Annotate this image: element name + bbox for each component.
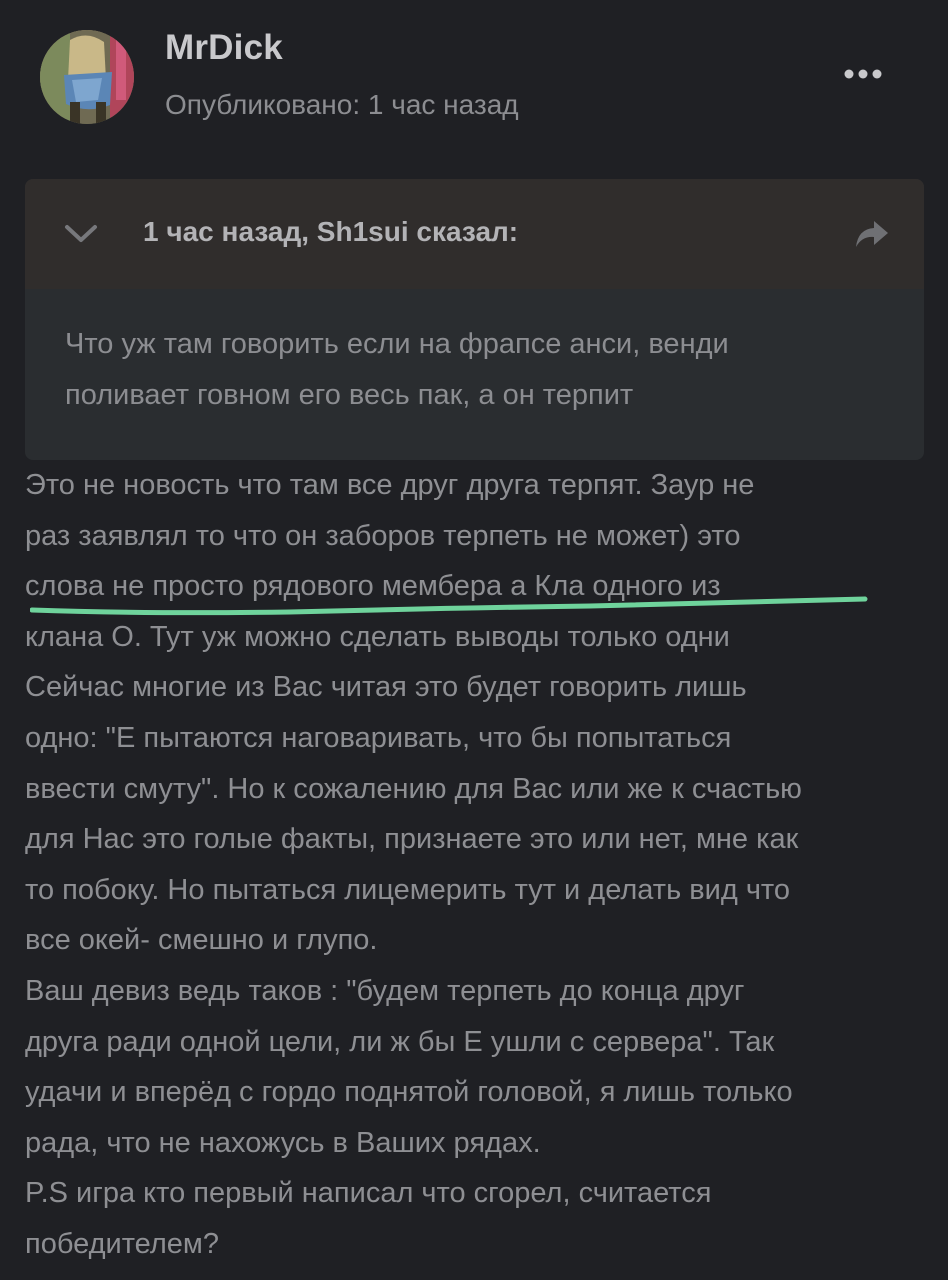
post-line: для Нас это голые факты, признаете это и… (25, 823, 799, 856)
post-line: все окей- смешно и глупо. (25, 924, 378, 957)
post-line: то побоку. Но пытаться лицемерить тут и … (25, 873, 791, 906)
post-line: одно: "Е пытаются наговаривать, что бы п… (25, 721, 732, 754)
post-line: ввести смуту". Но к сожалению для Вас ил… (25, 772, 802, 805)
quote-line: Что уж там говорить если на фрапсе анси,… (65, 328, 729, 360)
post-body: Это не новость что там все друг друга те… (25, 460, 935, 1270)
quote-header: 1 час назад, Sh1sui сказал: (25, 179, 924, 289)
post-line: слова не просто рядового мембера а Кла о… (25, 570, 721, 603)
avatar-image (40, 30, 134, 124)
post-line: клана О. Тут уж можно сделать выводы тол… (25, 620, 730, 653)
post-line: Сейчас многие из Вас читая это будет гов… (25, 671, 747, 704)
post-line: раз заявлял то что он заборов терпеть не… (25, 519, 741, 552)
quote-block: 1 час назад, Sh1sui сказал: Что уж там г… (25, 179, 924, 460)
quote-line: поливает говном его весь пак, а он терпи… (65, 379, 634, 411)
post-line: удачи и вперёд с гордо поднятой головой,… (25, 1076, 793, 1109)
forum-post: MrDick Опубликовано: 1 час назад 1 час н… (0, 0, 948, 1280)
chevron-down-icon (65, 225, 97, 242)
author-name[interactable]: MrDick (165, 28, 283, 68)
post-line: друга ради одной цели, ли ж бы Е ушли с … (25, 1025, 775, 1058)
share-arrow-icon (856, 221, 888, 247)
post-line: Ваш девиз ведь таков : "будем терпеть до… (25, 974, 745, 1007)
post-line: P.S игра кто первый написал что сгорел, … (25, 1177, 712, 1210)
post-line: Это не новость что там все друг друга те… (25, 469, 755, 501)
quote-share-button[interactable] (852, 217, 892, 251)
post-line: победителем? (25, 1227, 219, 1260)
post-line: рада, что не нахожусь в Ваших рядах. (25, 1126, 541, 1159)
quote-text: Что уж там говорить если на фрапсе анси,… (65, 319, 885, 421)
quote-toggle-button[interactable] (63, 219, 99, 247)
published-timestamp: Опубликовано: 1 час назад (165, 89, 519, 120)
more-options-button[interactable] (838, 60, 888, 88)
quote-citation[interactable]: 1 час назад, Sh1sui сказал: (143, 216, 518, 248)
avatar[interactable] (40, 30, 134, 124)
more-horizontal-icon (844, 69, 882, 79)
